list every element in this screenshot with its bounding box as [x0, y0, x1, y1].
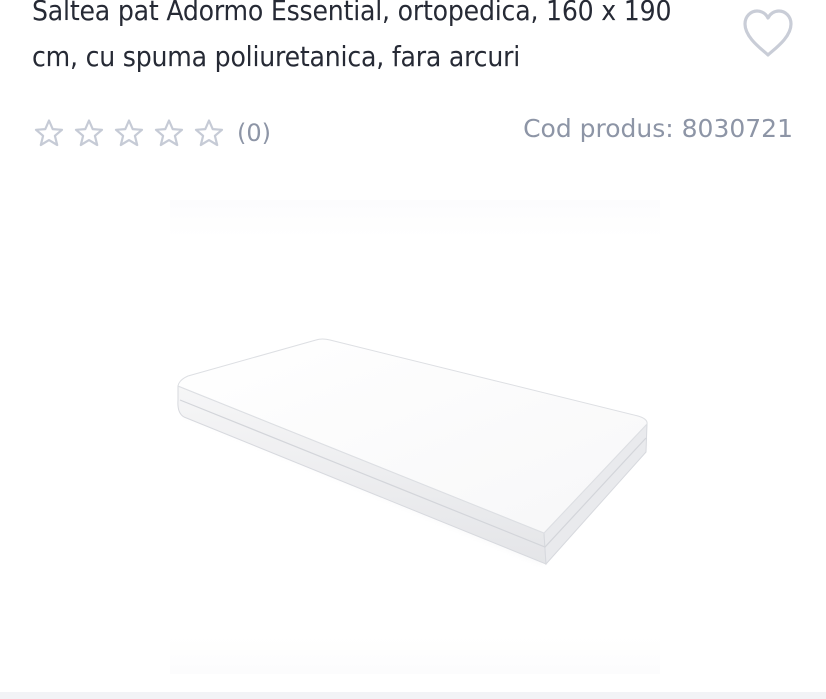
favorite-heart-icon[interactable] [740, 7, 796, 61]
bottom-divider [0, 692, 826, 699]
rating-count[interactable]: (0) [237, 119, 271, 147]
star-icon[interactable] [74, 118, 104, 148]
product-title: Saltea pat Adormo Essential, ortopedica,… [32, 0, 672, 73]
product-rating[interactable]: (0) [34, 116, 271, 150]
product-code: Cod produs: 8030721 [523, 114, 793, 143]
product-image[interactable] [170, 200, 660, 674]
star-icon[interactable] [34, 118, 64, 148]
star-icon[interactable] [114, 118, 144, 148]
star-icon[interactable] [194, 118, 224, 148]
star-icon[interactable] [154, 118, 184, 148]
